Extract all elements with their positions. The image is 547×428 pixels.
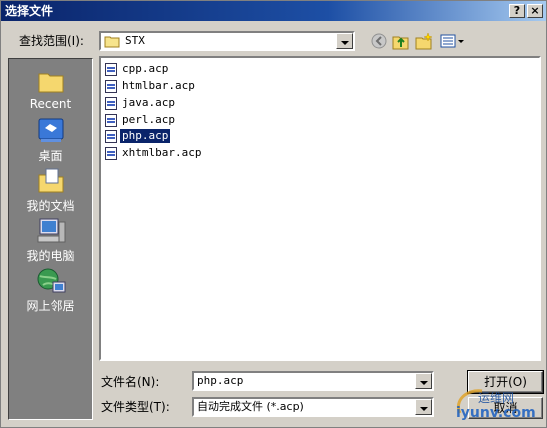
filename-input[interactable]: php.acp (197, 373, 243, 389)
filetype-label: 文件类型(T): (101, 400, 170, 414)
acp-file-icon (105, 113, 117, 127)
places-desktop-label: 桌面 (38, 149, 63, 163)
places-recent[interactable]: Recent (9, 63, 92, 113)
help-button[interactable]: ? (509, 4, 525, 18)
acp-file-icon (105, 129, 117, 143)
places-my-computer-label: 我的电脑 (26, 249, 75, 263)
file-item[interactable]: htmlbar.acp (105, 79, 197, 95)
places-recent-label: Recent (29, 97, 72, 111)
file-name: java.acp (122, 96, 175, 109)
acp-file-icon (105, 79, 117, 93)
file-item-selected[interactable]: php.acp (105, 128, 172, 145)
filename-label: 文件名(N): (101, 375, 160, 389)
file-item[interactable]: cpp.acp (105, 62, 170, 78)
file-name: cpp.acp (122, 62, 169, 75)
window-title: 选择文件 (5, 4, 54, 18)
places-my-documents[interactable]: 我的文档 (9, 163, 92, 213)
acp-file-icon (105, 96, 117, 110)
places-my-documents-label: 我的文档 (26, 199, 75, 213)
file-name: perl.acp (122, 113, 175, 126)
lookin-value: STX (125, 34, 145, 47)
watermark-text-bottom: iyunv.com (456, 405, 536, 421)
places-bar: Recent 桌面 我的文档 我的电脑 网上邻居 (8, 58, 93, 420)
watermark: 运维网 iyunv.com (452, 387, 542, 425)
recent-folder-icon (38, 73, 63, 93)
network-icon (37, 268, 65, 293)
acp-file-icon (105, 62, 117, 76)
filename-combobox[interactable]: php.acp (192, 371, 434, 391)
places-my-computer[interactable]: 我的电脑 (9, 213, 92, 263)
lookin-combobox[interactable]: STX (99, 31, 355, 51)
file-list[interactable]: cpp.acp htmlbar.acp java.acp perl.acp ph… (99, 56, 541, 361)
file-name: htmlbar.acp (122, 79, 195, 92)
view-menu-icon[interactable] (439, 31, 465, 51)
file-name: xhtmlbar.acp (122, 146, 202, 159)
my-documents-icon (38, 168, 63, 193)
filetype-combobox[interactable]: 自动完成文件 (*.acp) (192, 397, 434, 417)
close-button[interactable]: × (527, 4, 543, 18)
filename-dropdown-arrow[interactable] (415, 373, 432, 389)
watermark-text-top: 运维网 (478, 391, 515, 405)
title-bar[interactable]: 选择文件 ? × (1, 1, 546, 21)
desktop-icon (38, 118, 63, 142)
filetype-value: 自动完成文件 (*.acp) (197, 400, 304, 413)
file-item[interactable]: xhtmlbar.acp (105, 146, 203, 162)
file-name: php.acp (118, 128, 172, 144)
up-folder-icon[interactable] (391, 31, 411, 51)
file-item[interactable]: java.acp (105, 96, 177, 112)
filetype-dropdown-arrow[interactable] (415, 399, 432, 415)
new-folder-icon[interactable] (414, 31, 434, 51)
places-network[interactable]: 网上邻居 (9, 263, 92, 313)
back-icon[interactable] (369, 31, 389, 51)
file-open-dialog: 选择文件 ? × 查找范围(I): STX Recent 桌面 我的文档 我的电… (0, 0, 547, 428)
places-desktop[interactable]: 桌面 (9, 113, 92, 163)
my-computer-icon (37, 218, 65, 243)
file-item[interactable]: perl.acp (105, 113, 177, 129)
lookin-dropdown-arrow[interactable] (336, 33, 353, 49)
places-network-label: 网上邻居 (26, 299, 75, 313)
acp-file-icon (105, 146, 117, 160)
folder-icon (104, 36, 120, 48)
lookin-label: 查找范围(I): (19, 34, 84, 48)
